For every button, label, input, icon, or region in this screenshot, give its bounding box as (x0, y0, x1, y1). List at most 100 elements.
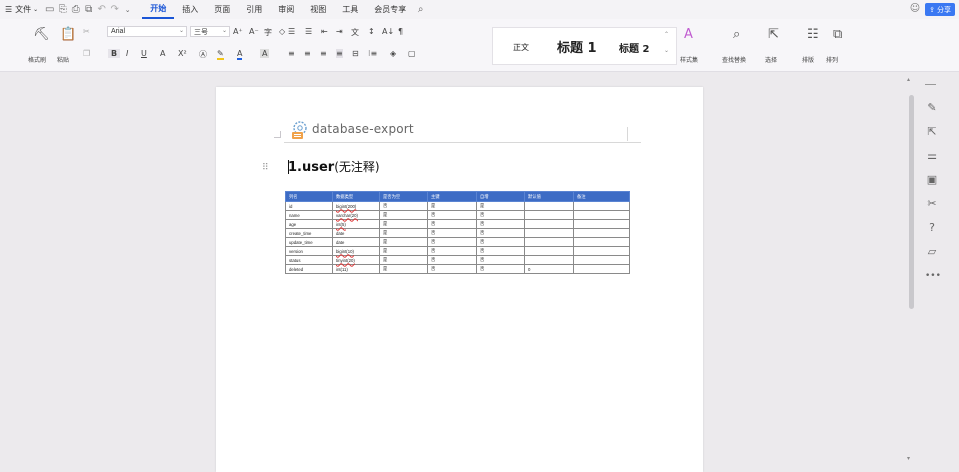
decrease-font-icon[interactable]: A⁻ (249, 27, 259, 36)
table-cell[interactable] (524, 210, 574, 220)
table-cell[interactable] (524, 246, 574, 256)
style-normal[interactable]: 正文 (513, 42, 529, 53)
scroll-up-icon[interactable]: ▴ (907, 76, 910, 83)
table-cell[interactable]: 否 (427, 246, 477, 256)
style-scroll-up-icon[interactable]: ⌃ (664, 31, 669, 38)
column-header[interactable]: 备注 (573, 191, 630, 202)
table-cell[interactable]: 否 (427, 237, 477, 247)
table-cell[interactable]: varchar(20) (332, 210, 380, 220)
find-replace-label[interactable]: 查找替换 (722, 55, 746, 64)
column-header[interactable]: 默认值 (524, 191, 574, 202)
decrease-indent-icon[interactable]: ⇤ (321, 27, 328, 36)
print-preview-icon[interactable]: ⧉ (82, 0, 95, 19)
table-cell[interactable]: 否 (427, 255, 477, 265)
table-cell[interactable]: 否 (379, 201, 428, 211)
help-icon[interactable]: ? (925, 221, 939, 235)
table-cell[interactable]: 否 (476, 246, 525, 256)
drag-handle-icon[interactable]: ⠿ (262, 163, 269, 173)
share-button[interactable]: ⇪ 分享 (925, 3, 955, 16)
table-cell[interactable]: date (332, 237, 380, 247)
select-icon[interactable]: ⇱ (768, 27, 779, 42)
table-cell[interactable]: 否 (427, 210, 477, 220)
arrange-icon[interactable]: ⧉ (833, 27, 842, 42)
redo-icon[interactable]: ↷ (108, 0, 121, 19)
table-cell[interactable]: 是 (476, 201, 525, 211)
table-cell[interactable] (573, 237, 630, 247)
style-heading-2[interactable]: 标题 2 (619, 40, 649, 55)
tools-icon[interactable]: ✂ (925, 197, 939, 211)
table-heading[interactable]: 1.user(无注释) (288, 158, 380, 175)
paragraph-spacing-icon[interactable]: ⁝≡ (368, 49, 377, 58)
undo-icon[interactable]: ↶ (95, 0, 108, 19)
strikethrough-button[interactable]: A (160, 49, 165, 58)
align-right-icon[interactable]: ≡ (320, 49, 327, 58)
filter-settings-icon[interactable]: ⚌ (925, 149, 939, 163)
side-panel-collapse[interactable] (925, 84, 936, 85)
table-cell[interactable]: name (285, 210, 333, 220)
column-header[interactable]: 自增 (476, 191, 525, 202)
export-pdf-icon[interactable]: ⎘ (56, 0, 69, 19)
text-effect-button[interactable]: Ⓐ (199, 49, 207, 60)
cut-icon[interactable]: ✂ (83, 27, 90, 36)
select-label[interactable]: 选择 (765, 55, 777, 64)
table-cell[interactable] (524, 219, 574, 229)
align-center-icon[interactable]: ≡ (304, 49, 311, 58)
table-cell[interactable]: 是 (379, 210, 428, 220)
table-cell[interactable]: 是 (379, 264, 428, 274)
chinese-layout-icon[interactable]: 文 (351, 27, 359, 38)
table-cell[interactable]: status (285, 255, 333, 265)
table-cell[interactable]: 否 (476, 228, 525, 238)
table-cell[interactable]: 是 (379, 255, 428, 265)
table-cell[interactable]: version (285, 246, 333, 256)
show-marks-icon[interactable]: ¶ (398, 27, 403, 36)
table-cell[interactable]: 是 (379, 219, 428, 229)
paste-label[interactable]: 粘贴 (57, 55, 69, 64)
schema-table[interactable]: 列名 数据类型 是否为空 主键 自增 默认值 备注 id bigint(200) 否… (285, 191, 630, 274)
font-name-select[interactable]: Arial ⌄ (107, 26, 187, 37)
table-cell[interactable] (524, 228, 574, 238)
table-cell[interactable]: 否 (476, 237, 525, 247)
table-cell[interactable] (524, 255, 574, 265)
search-icon[interactable]: ⌕ (414, 0, 427, 19)
tab-references[interactable]: 引用 (238, 0, 270, 19)
tab-page[interactable]: 页面 (206, 0, 238, 19)
clear-format-icon[interactable]: ◇ (279, 27, 285, 36)
bold-button[interactable]: B (108, 49, 121, 58)
table-cell[interactable] (573, 210, 630, 220)
table-cell[interactable] (573, 201, 630, 211)
table-cell[interactable]: 是 (379, 246, 428, 256)
distribute-icon[interactable]: ⊟ (352, 49, 359, 58)
tab-insert[interactable]: 插入 (174, 0, 206, 19)
comment-icon[interactable]: ▱ (925, 245, 939, 259)
vertical-scrollbar[interactable] (909, 95, 914, 309)
superscript-button[interactable]: X² (178, 49, 187, 58)
phonetic-guide-icon[interactable]: 字 (264, 27, 272, 38)
style-heading-1[interactable]: 标题 1 (557, 37, 597, 56)
cloud-sync-icon[interactable]: ☺ (909, 3, 921, 15)
highlight-button[interactable]: ✎ (217, 49, 224, 60)
table-cell[interactable]: deleted (285, 264, 333, 274)
tab-home[interactable]: 开始 (142, 0, 175, 19)
image-edit-icon[interactable]: ▣ (925, 173, 939, 187)
format-painter-label[interactable]: 格式刷 (28, 55, 46, 64)
table-cell[interactable] (524, 237, 574, 247)
table-cell[interactable]: age (285, 219, 333, 229)
table-cell[interactable]: 是 (427, 201, 477, 211)
find-replace-icon[interactable]: ⌕ (733, 27, 740, 42)
italic-button[interactable]: I (126, 49, 128, 58)
arrange-label[interactable]: 排列 (826, 55, 838, 64)
file-menu[interactable]: ☰ 文件 ⌄ (0, 0, 43, 19)
tab-tools[interactable]: 工具 (334, 0, 366, 19)
font-size-select[interactable]: 三号 ⌄ (190, 26, 230, 37)
copy-icon[interactable]: ❐ (83, 49, 90, 58)
table-cell[interactable]: bigint(10) (332, 246, 380, 256)
align-left-icon[interactable]: ≡ (288, 49, 295, 58)
increase-font-icon[interactable]: A⁺ (233, 27, 243, 36)
layout-label[interactable]: 排版 (802, 55, 814, 64)
char-shading-button[interactable]: A (260, 49, 270, 58)
underline-button[interactable]: U (141, 49, 147, 58)
table-cell[interactable]: 否 (476, 210, 525, 220)
table-cell[interactable]: tinyint(20) (332, 255, 380, 265)
table-cell[interactable]: 是 (379, 228, 428, 238)
bullet-list-icon[interactable]: ☰ (288, 27, 295, 36)
